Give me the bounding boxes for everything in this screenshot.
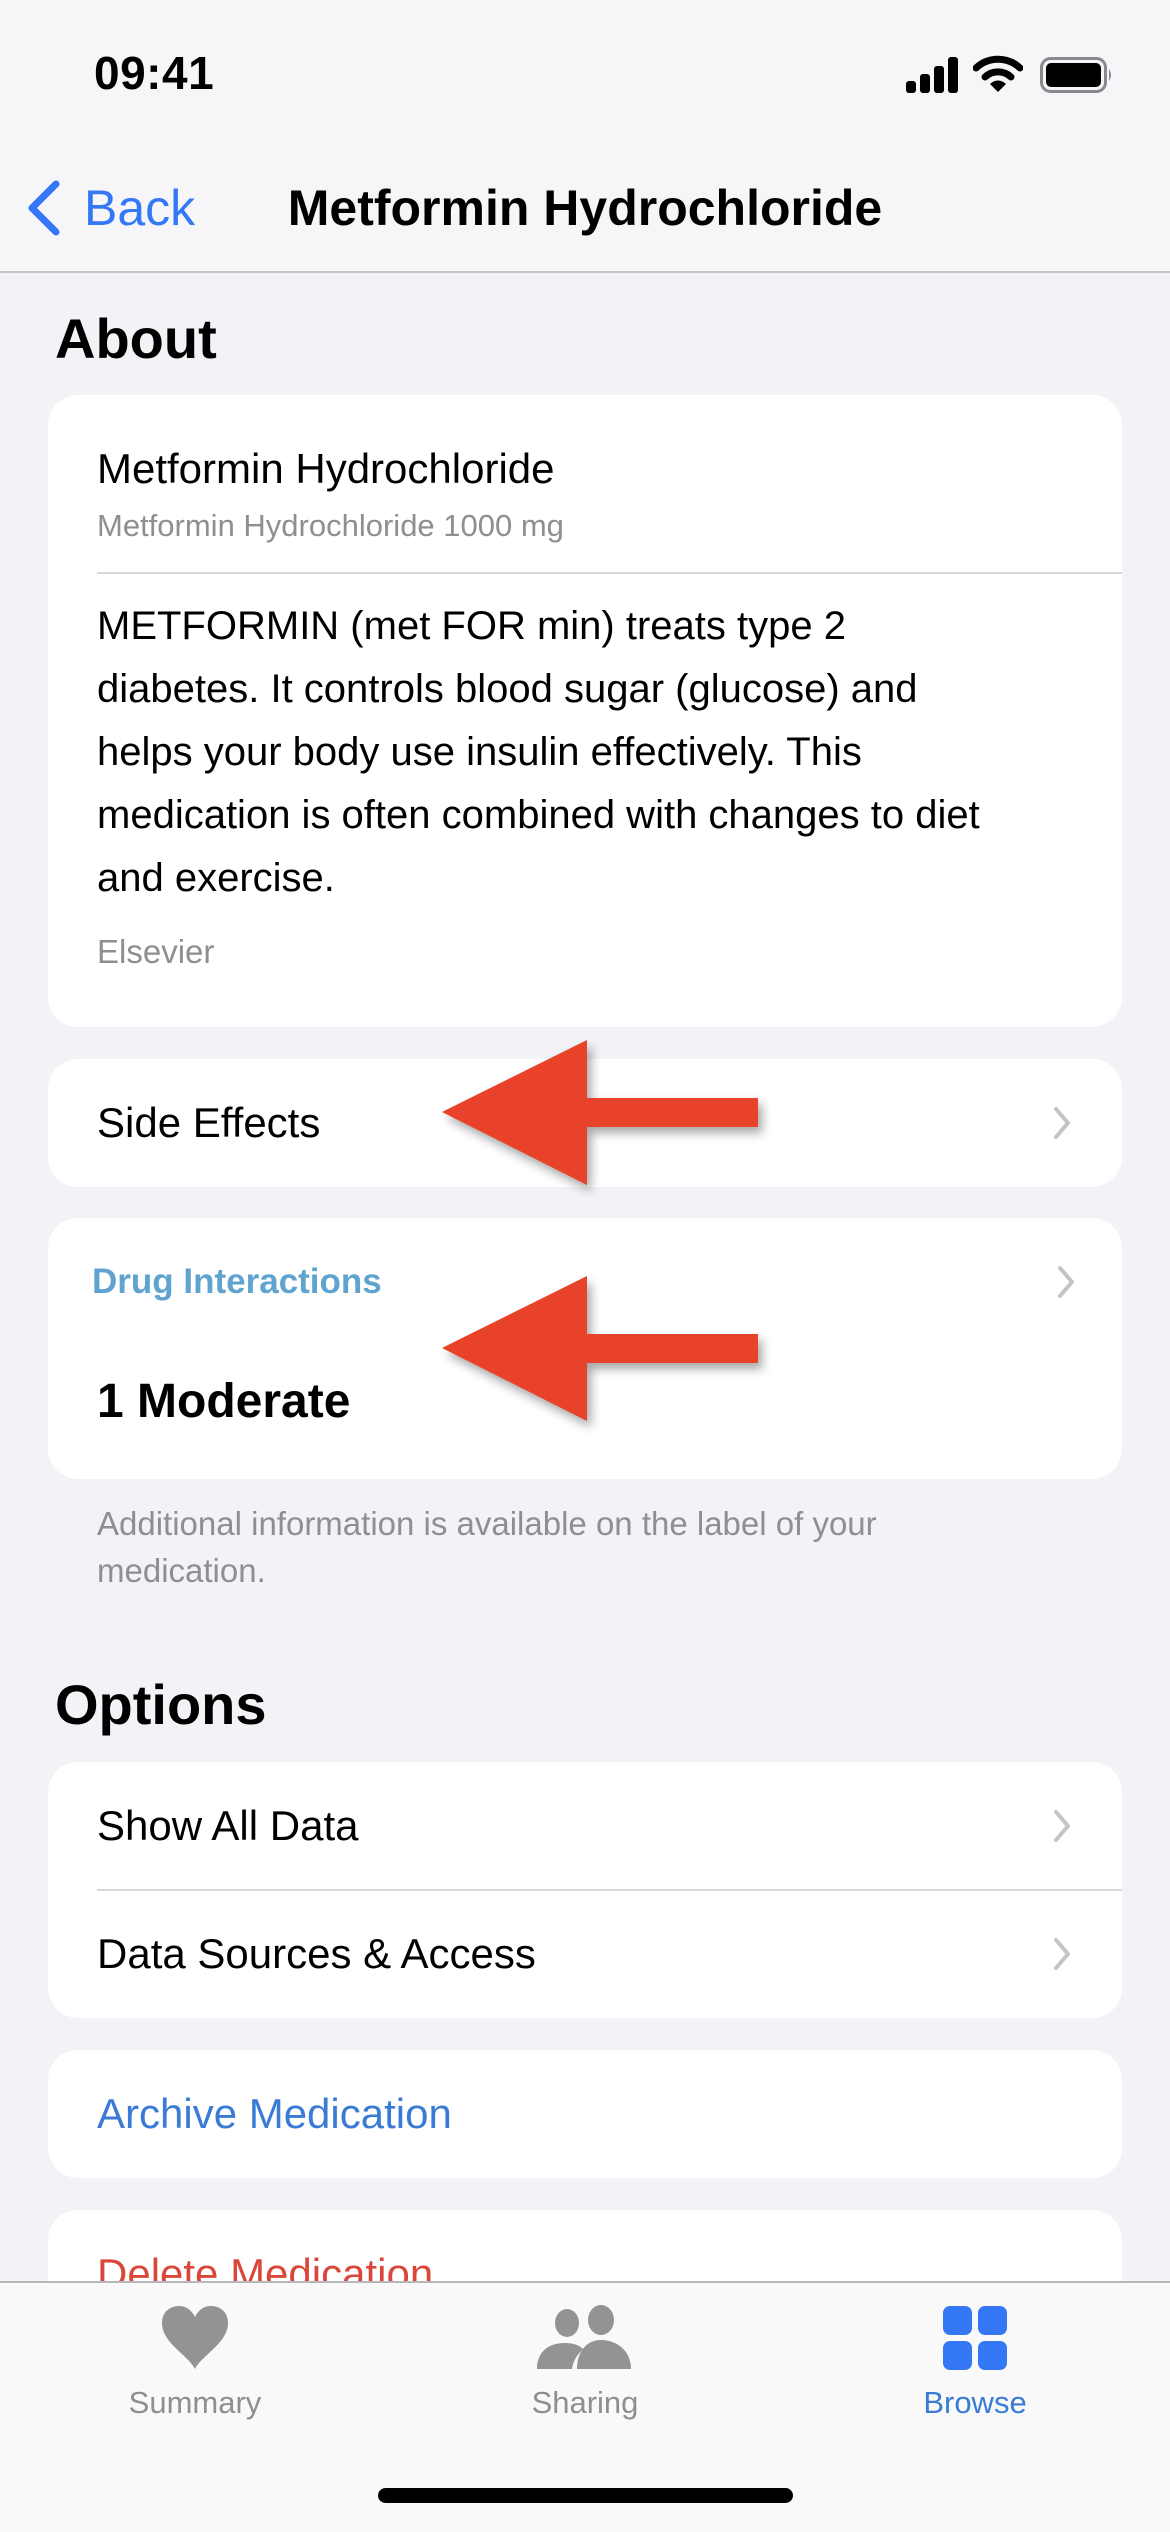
tab-label: Browse	[923, 2385, 1027, 2420]
status-time: 09:41	[94, 47, 215, 99]
description-line: medication is often combined with change…	[97, 793, 980, 837]
archive-medication-button[interactable]: Archive Medication	[48, 2050, 1122, 2178]
show-all-data-label: Show All Data	[97, 1802, 359, 1849]
tab-label: Summary	[128, 2385, 262, 2420]
show-all-data-row[interactable]: Show All Data	[48, 1762, 1122, 1890]
chevron-right-icon	[1054, 1938, 1070, 1970]
data-sources-access-label: Data Sources & Access	[97, 1930, 536, 1977]
annotation-arrow-drug-interactions	[442, 1276, 758, 1421]
about-card: Metformin Hydrochloride Metformin Hydroc…	[48, 395, 1122, 1027]
wifi-icon	[973, 55, 1023, 92]
tab-summary[interactable]: Summary	[75, 2305, 315, 2421]
battery-icon	[1040, 57, 1111, 93]
heart-icon	[162, 2306, 228, 2369]
archive-medication-label: Archive Medication	[97, 2090, 452, 2137]
annotation-arrow-side-effects	[442, 1040, 758, 1185]
side-effects-label: Side Effects	[97, 1099, 321, 1146]
source-label: Elsevier	[97, 933, 215, 970]
chevron-left-icon	[28, 180, 60, 236]
description-line: helps your body use insulin effectively.…	[97, 730, 862, 774]
interactions-footnote: Additional information is available on t…	[97, 1500, 877, 1594]
tab-sharing[interactable]: Sharing	[465, 2305, 705, 2421]
interactions-summary: 1 Moderate	[97, 1375, 351, 1428]
chevron-right-icon	[1054, 1107, 1070, 1139]
description-line: diabetes. It controls blood sugar (gluco…	[97, 667, 918, 711]
home-indicator[interactable]	[378, 2488, 793, 2503]
options-card: Show All Data Data Sources & Access	[48, 1762, 1122, 2018]
about-header: About	[55, 307, 217, 370]
grid-icon	[943, 2306, 1007, 2370]
back-button[interactable]: Back	[26, 178, 195, 238]
tab-browse[interactable]: Browse	[855, 2305, 1095, 2421]
medication-description: METFORMIN (met FOR min) treats type 2 di…	[97, 595, 980, 910]
divider	[97, 572, 1122, 574]
data-sources-access-row[interactable]: Data Sources & Access	[48, 1890, 1122, 2018]
description-line: METFORMIN (met FOR min) treats type 2	[97, 604, 846, 648]
chevron-right-icon	[1058, 1266, 1074, 1298]
people-icon	[537, 2305, 631, 2369]
cellular-signal-icon	[906, 57, 958, 93]
medication-dosage: Metformin Hydrochloride 1000 mg	[97, 508, 564, 543]
medication-name: Metformin Hydrochloride	[97, 445, 555, 492]
footnote-line: Additional information is available on t…	[97, 1505, 877, 1542]
footnote-line: medication.	[97, 1552, 266, 1589]
back-label: Back	[84, 180, 196, 236]
options-header: Options	[55, 1673, 267, 1736]
chevron-right-icon	[1054, 1810, 1070, 1842]
description-line: and exercise.	[97, 856, 335, 900]
tab-label: Sharing	[531, 2385, 639, 2420]
drug-interactions-header: Drug Interactions	[92, 1262, 382, 1301]
